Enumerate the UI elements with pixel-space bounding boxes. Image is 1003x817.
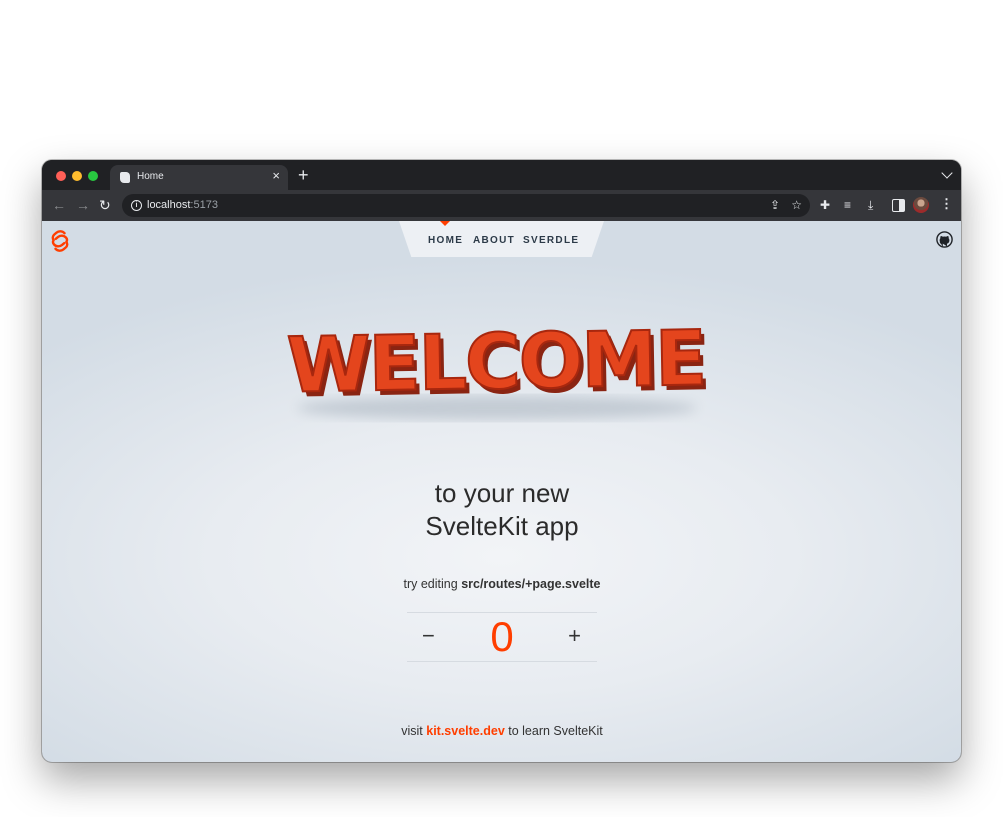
download-icon[interactable]: ⤓ <box>868 198 873 212</box>
svelte-logo-icon[interactable] <box>51 230 69 252</box>
kebab-menu-icon[interactable]: ⋮ <box>940 196 953 212</box>
github-icon[interactable] <box>936 231 953 248</box>
decrement-button[interactable]: − <box>422 621 435 651</box>
maximize-window-button[interactable] <box>88 171 98 181</box>
share-icon[interactable]: ⇪ <box>770 198 780 212</box>
increment-button[interactable]: + <box>568 621 581 651</box>
browser-window: Home × + ← → ↻ i localhost:5173 ⇪ ☆ ✚ ≡ … <box>42 160 961 762</box>
active-nav-indicator <box>440 221 450 226</box>
footer-prefix: visit <box>401 724 423 738</box>
browser-toolbar: ← → ↻ i localhost:5173 ⇪ ☆ ✚ ≡ ⤓ ⋮ <box>42 190 961 221</box>
tab-home[interactable]: Home × <box>110 165 288 190</box>
nav-link-home[interactable]: HOME <box>428 235 463 246</box>
minimize-window-button[interactable] <box>72 171 82 181</box>
edit-hint-path: src/routes/+page.svelte <box>461 577 601 591</box>
media-icon[interactable]: ≡ <box>844 198 851 212</box>
star-icon[interactable]: ☆ <box>791 198 802 212</box>
edit-hint: try editing src/routes/+page.svelte <box>292 577 712 591</box>
headline: to your new SvelteKit app <box>342 477 662 543</box>
url-port: :5173 <box>190 199 218 211</box>
tab-close-icon[interactable]: × <box>272 169 280 183</box>
url-text[interactable]: localhost:5173 <box>147 199 218 211</box>
counter: − 0 + <box>407 612 597 662</box>
footer: visit kit.svelte.dev to learn SvelteKit <box>302 724 702 738</box>
url-host: localhost <box>147 199 191 211</box>
close-window-button[interactable] <box>56 171 66 181</box>
tab-title: Home <box>137 171 164 182</box>
page-content: HOME ABOUT SVERDLE WELCOME WELCOME to yo… <box>42 221 961 762</box>
back-arrow-icon[interactable]: ← <box>52 197 66 213</box>
new-tab-button[interactable]: + <box>298 166 309 184</box>
info-icon[interactable]: i <box>131 200 142 211</box>
counter-value: 0 <box>490 613 514 660</box>
welcome-text: WELCOME <box>286 313 706 409</box>
tab-favicon-icon <box>120 172 130 183</box>
reload-icon[interactable]: ↻ <box>99 197 111 213</box>
extensions-icon[interactable]: ✚ <box>820 198 830 212</box>
edit-hint-prefix: try editing <box>403 577 458 591</box>
nav-link-sverdle[interactable]: SVERDLE <box>523 235 579 246</box>
footer-suffix: to learn SvelteKit <box>508 724 603 738</box>
avatar-icon[interactable] <box>913 197 929 213</box>
welcome-graphic: WELCOME WELCOME <box>285 312 710 420</box>
tab-strip: Home × + <box>42 160 961 190</box>
headline-line-1: to your new <box>434 478 570 508</box>
forward-arrow-icon[interactable]: → <box>76 197 90 213</box>
nav-link-about[interactable]: ABOUT <box>473 235 515 246</box>
side-panel-icon[interactable] <box>892 199 905 212</box>
address-bar[interactable]: i localhost:5173 ⇪ ☆ <box>122 194 810 217</box>
kit-link[interactable]: kit.svelte.dev <box>426 724 505 738</box>
tab-search-chevron-icon[interactable] <box>941 167 953 179</box>
headline-line-2: SvelteKit app <box>425 511 579 541</box>
